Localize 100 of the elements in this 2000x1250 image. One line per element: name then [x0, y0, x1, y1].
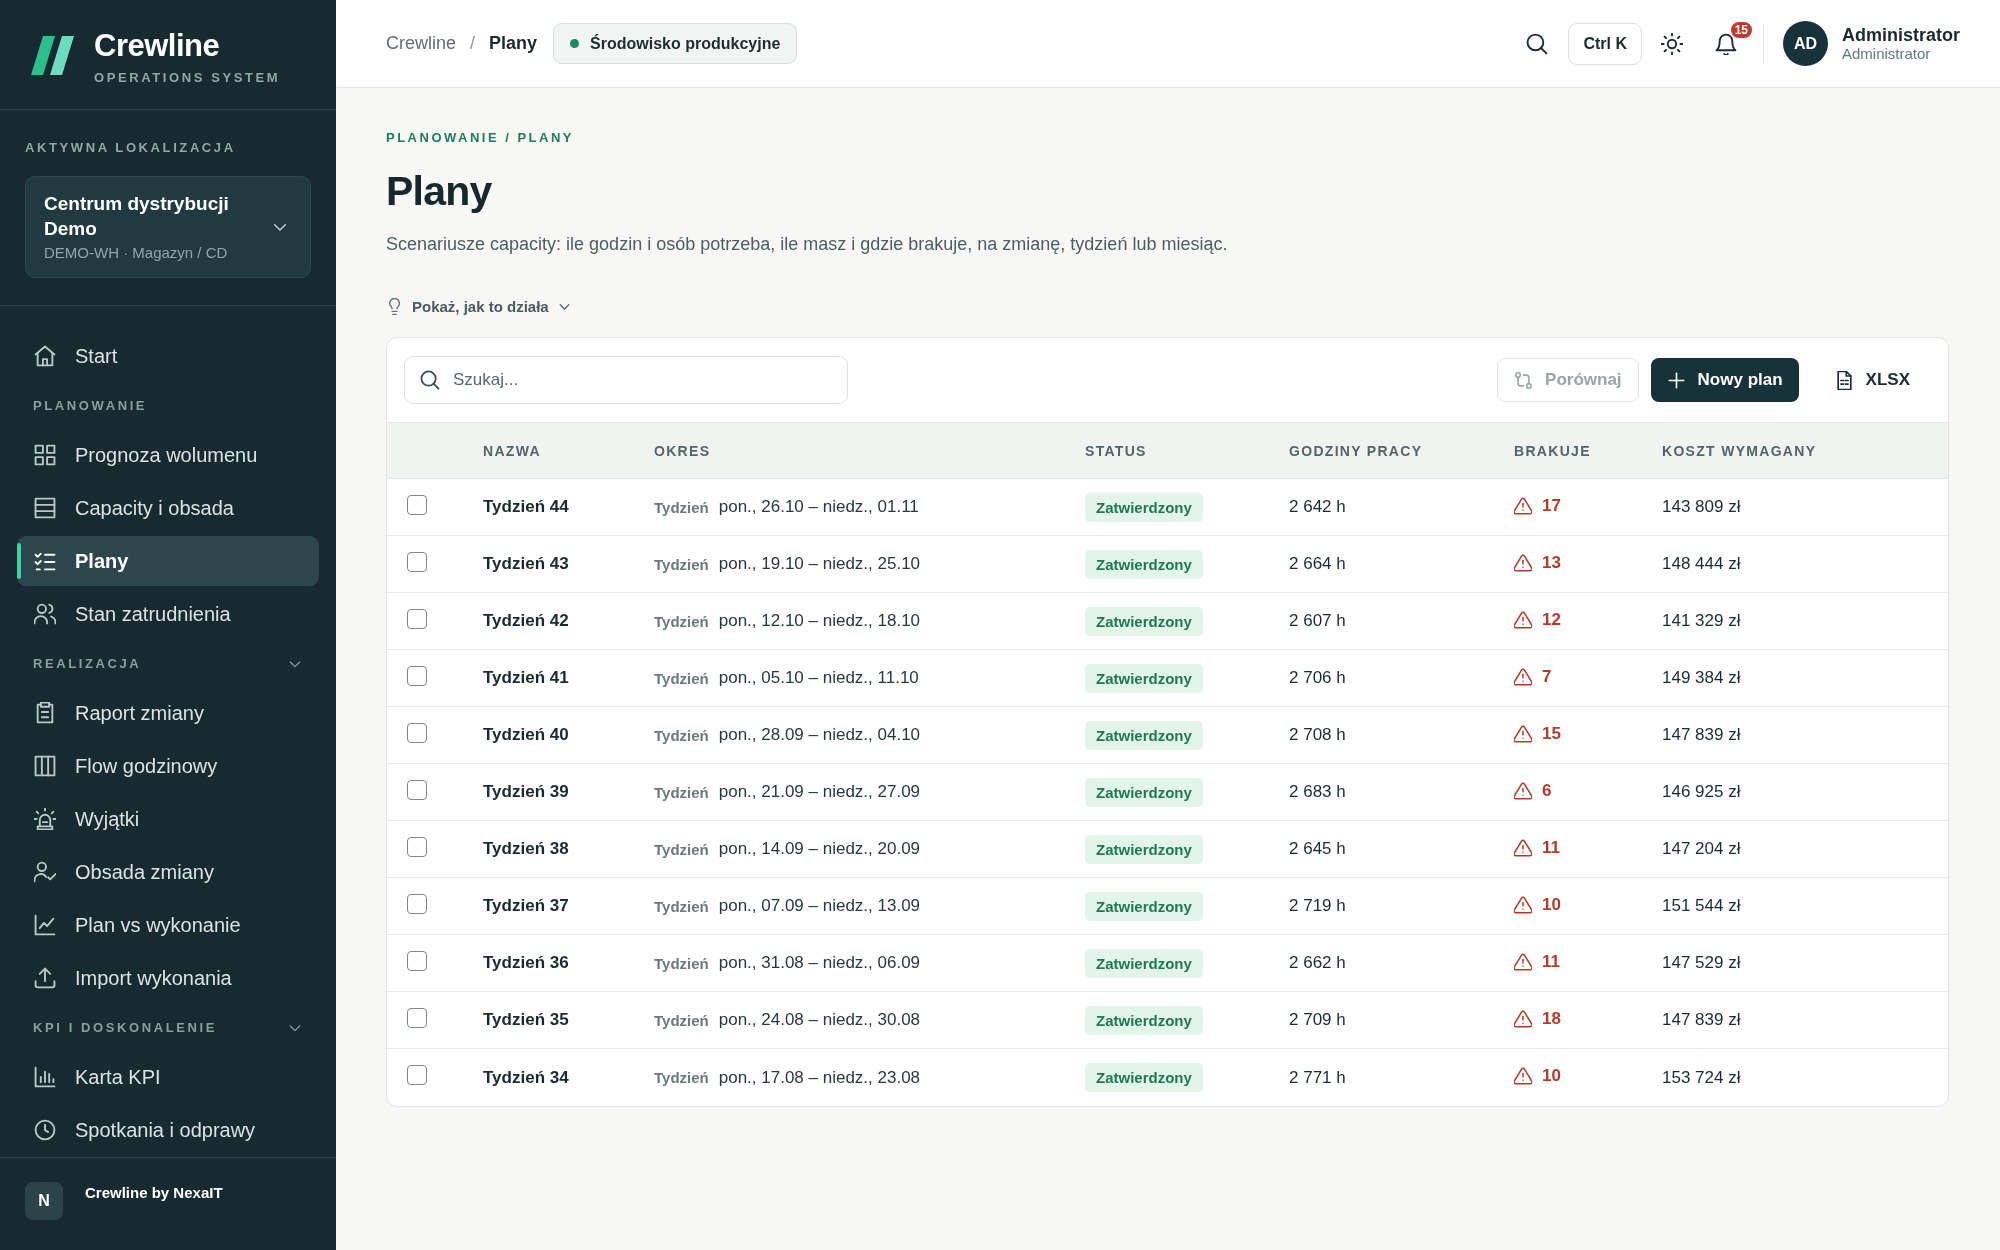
search-icon: [420, 370, 440, 390]
nav-item[interactable]: Wyjątki: [17, 794, 319, 844]
nav-item[interactable]: Import wykonania: [17, 953, 319, 1003]
section-toggle[interactable]: KPI I DOSKONALENIE: [17, 1006, 319, 1049]
row-checkbox[interactable]: [407, 779, 427, 800]
status-badge: Zatwierdzony: [1085, 1063, 1203, 1092]
period-unit: Tydzień: [654, 897, 709, 915]
row-checkbox[interactable]: [407, 1065, 427, 1085]
nav-item[interactable]: Karta KPI: [17, 1052, 319, 1102]
nav-item[interactable]: Spotkania i odprawy: [17, 1105, 319, 1155]
row-checkbox[interactable]: [407, 836, 427, 857]
period-unit: Tydzień: [654, 954, 709, 972]
location-selector[interactable]: Centrum dystrybucji Demo DEMO-WH · Magazyn / CD: [25, 176, 311, 278]
shortage-count: 10: [1542, 1066, 1561, 1086]
row-checkbox[interactable]: [407, 551, 427, 572]
nav-item[interactable]: Raport zmiany: [17, 688, 319, 738]
nav-item[interactable]: Capacity i obsada: [17, 483, 319, 533]
nav-item[interactable]: Stan zatrudnienia: [17, 589, 319, 639]
nav-item[interactable]: Plan vs wykonanie: [17, 900, 319, 950]
sun-icon: [1661, 32, 1683, 55]
warning-icon: [1514, 838, 1532, 857]
required-cost: 141 329 zł: [1662, 611, 1741, 631]
user-avatar[interactable]: AD: [1783, 21, 1828, 66]
required-cost: 147 529 zł: [1662, 953, 1741, 973]
shortage-count: 13: [1542, 552, 1561, 573]
brand-name: Crewline: [94, 30, 221, 62]
shortage-count: 18: [1542, 1008, 1561, 1029]
period-range: pon., 21.09 – niedz., 27.09: [718, 782, 921, 802]
period-unit: Tydzień: [654, 1011, 709, 1029]
location-detail: DEMO-WH · Magazyn / CD: [44, 243, 229, 263]
breadcrumb-link[interactable]: Crewline: [386, 33, 457, 54]
period-range: pon., 26.10 – niedz., 01.11: [718, 497, 919, 517]
help-toggle[interactable]: Pokaż, jak to działa: [386, 294, 571, 318]
status-badge: Zatwierdzony: [1085, 720, 1203, 750]
warning-icon: [1514, 1067, 1532, 1085]
page-title: Plany: [386, 167, 492, 215]
search-field[interactable]: Szukaj...: [404, 356, 848, 404]
period-range: pon., 28.09 – niedz., 04.10: [718, 725, 921, 745]
status-badge: Zatwierdzony: [1085, 492, 1203, 522]
period-unit: Tydzień: [654, 726, 709, 744]
row-checkbox[interactable]: [407, 608, 427, 629]
nav-item[interactable]: Obsada zmiany: [17, 847, 319, 897]
plan-name: Tydzień 36: [483, 953, 569, 973]
required-cost: 153 724 zł: [1662, 1067, 1741, 1088]
warning-icon: [1514, 496, 1532, 515]
row-checkbox[interactable]: [407, 893, 427, 914]
line-chart-icon: [34, 914, 56, 936]
shortcut-button[interactable]: Ctrl K: [1568, 22, 1642, 65]
period-unit: Tydzień: [654, 669, 709, 687]
toolbar-button[interactable]: Nowy plan: [1650, 358, 1799, 402]
column-header: KOSZT WYMAGANY: [1662, 442, 1818, 459]
period-unit: Tydzień: [654, 612, 709, 630]
required-cost: 149 384 zł: [1662, 668, 1741, 688]
plus-icon: [1666, 370, 1686, 390]
shortage-count: 11: [1542, 951, 1560, 972]
section-toggle[interactable]: REALIZACJA: [17, 642, 319, 685]
breadcrumb-current: Plany: [489, 33, 538, 54]
column-header: BRAKUJE: [1514, 442, 1592, 459]
shortage-count: 10: [1542, 894, 1561, 915]
required-cost: 147 839 zł: [1662, 1010, 1741, 1030]
status-badge: Zatwierdzony: [1085, 891, 1203, 921]
nav-item[interactable]: Start: [17, 331, 319, 381]
row-checkbox[interactable]: [407, 1007, 427, 1028]
breadcrumb-separator: /: [470, 33, 476, 54]
plan-name: Tydzień 44: [483, 497, 569, 517]
row-checkbox[interactable]: [407, 665, 427, 686]
plan-name: Tydzień 43: [483, 554, 569, 574]
toolbar-button[interactable]: XLSX: [1818, 358, 1926, 402]
org-avatar: N: [25, 1182, 63, 1220]
required-cost: 143 809 zł: [1662, 497, 1741, 517]
required-cost: 147 204 zł: [1662, 839, 1741, 859]
user-check-icon: [34, 861, 56, 883]
period-range: pon., 05.10 – niedz., 11.10: [718, 668, 919, 688]
column-header: OKRES: [654, 442, 712, 459]
warning-icon: [1514, 667, 1532, 686]
status-badge: Zatwierdzony: [1085, 834, 1203, 864]
period-unit: Tydzień: [654, 783, 709, 801]
period-range: pon., 24.08 – niedz., 30.08: [718, 1010, 921, 1030]
nav-item[interactable]: Prognoza wolumenu: [17, 430, 319, 480]
clock-icon: [34, 1119, 56, 1141]
nav-item[interactable]: Plany: [17, 536, 319, 586]
required-cost: 148 444 zł: [1662, 554, 1741, 574]
row-checkbox[interactable]: [407, 722, 427, 743]
period-unit: Tydzień: [654, 840, 709, 858]
home-icon: [34, 345, 56, 367]
work-hours: 2 662 h: [1289, 953, 1346, 973]
table-rows-icon: [34, 497, 56, 519]
work-hours: 2 709 h: [1289, 1010, 1346, 1030]
period-range: pon., 17.08 – niedz., 23.08: [718, 1067, 921, 1088]
shortage-count: 17: [1542, 495, 1561, 516]
users-icon: [34, 603, 56, 625]
required-cost: 147 839 zł: [1662, 725, 1741, 745]
nav-item[interactable]: Flow godzinowy: [17, 741, 319, 791]
work-hours: 2 719 h: [1289, 896, 1346, 916]
plan-name: Tydzień 40: [483, 725, 569, 745]
status-badge: Zatwierdzony: [1085, 1005, 1203, 1035]
spreadsheet-file-icon: [1834, 370, 1854, 390]
period-range: pon., 19.10 – niedz., 25.10: [718, 554, 921, 574]
row-checkbox[interactable]: [407, 494, 427, 515]
row-checkbox[interactable]: [407, 950, 427, 971]
